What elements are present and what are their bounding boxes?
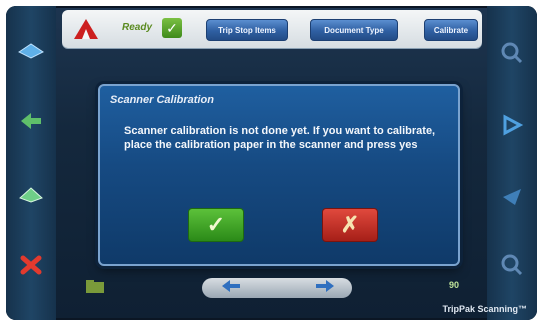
no-button[interactable]: ✗ — [322, 208, 378, 242]
zoom-out-icon[interactable] — [495, 250, 529, 280]
yes-button[interactable]: ✓ — [188, 208, 244, 242]
app-window: Ready ✓ Trip Stop Items Document Type Ca… — [6, 6, 537, 320]
product-name: TripPak Scanning™ — [442, 304, 527, 314]
counter-label: 90 — [449, 280, 460, 290]
document-type-button[interactable]: Document Type — [310, 19, 398, 41]
next-page-icon[interactable] — [314, 276, 336, 296]
delete-icon[interactable] — [14, 250, 48, 280]
ready-check-icon: ✓ — [162, 18, 182, 38]
check-icon: ✓ — [206, 212, 226, 237]
book-icon[interactable] — [14, 178, 48, 208]
back-arrow-icon[interactable] — [14, 106, 48, 136]
status-label: Ready — [122, 22, 153, 33]
zoom-in-icon[interactable] — [495, 38, 529, 68]
left-rail — [6, 6, 56, 320]
dialog-message: Scanner calibration is not done yet. If … — [124, 125, 436, 151]
send-icon[interactable] — [495, 182, 529, 212]
prev-page-icon[interactable] — [220, 276, 242, 296]
close-icon: ✗ — [340, 212, 360, 237]
scan-icon[interactable] — [14, 34, 48, 64]
trip-stop-items-button[interactable]: Trip Stop Items — [206, 19, 288, 41]
folder-icon[interactable] — [84, 276, 106, 296]
app-logo — [72, 17, 100, 41]
calibration-dialog: Scanner Calibration Scanner calibration … — [98, 84, 460, 266]
play-icon[interactable] — [495, 110, 529, 140]
calibrate-button[interactable]: Calibrate — [424, 19, 478, 41]
right-rail — [487, 6, 537, 320]
dialog-title: Scanner Calibration — [110, 94, 214, 106]
top-toolbar: Ready ✓ Trip Stop Items Document Type Ca… — [62, 10, 482, 48]
